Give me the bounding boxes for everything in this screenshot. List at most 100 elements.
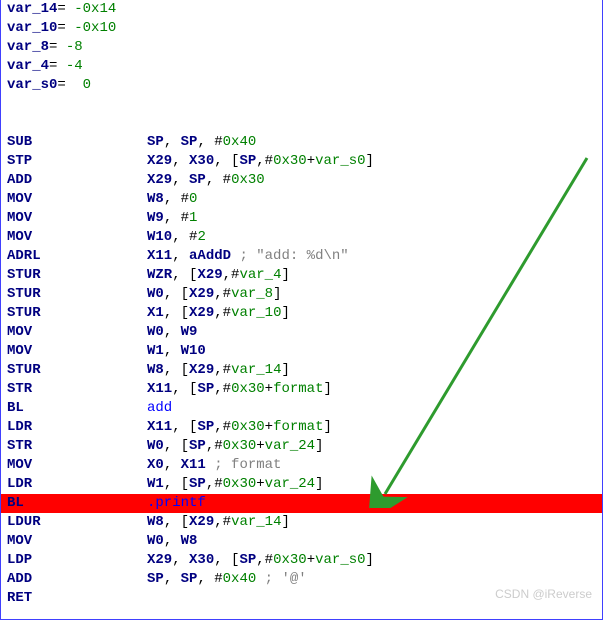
token-var: var_10 [231, 305, 281, 321]
var-name: var_10 [7, 19, 57, 38]
token-reg: SP [147, 134, 164, 150]
token-num: 0x40 [223, 134, 257, 150]
operands: SP, SP, #0x40 [147, 133, 256, 152]
token-plain: ,# [256, 153, 273, 169]
asm-line[interactable]: BLadd [1, 399, 602, 418]
mnemonic: MOV [7, 323, 147, 342]
token-plain: ,# [214, 381, 231, 397]
asm-line[interactable]: STURW0, [X29,#var_8] [1, 285, 602, 304]
token-plain: ,# [206, 476, 223, 492]
operands: X11, [SP,#0x30+format] [147, 380, 332, 399]
token-reg: SP [239, 153, 256, 169]
token-plain: , [ [164, 438, 189, 454]
operands: W9, #1 [147, 209, 197, 228]
token-var: var_s0 [315, 552, 365, 568]
asm-line[interactable]: BL.printf [1, 494, 602, 513]
var-definition: var_4= -4 [1, 57, 602, 76]
token-plain: , [172, 229, 189, 245]
equals: = [57, 0, 74, 19]
token-reg: W10 [181, 343, 206, 359]
asm-line[interactable]: LDPX29, X30, [SP,#0x30+var_s0] [1, 551, 602, 570]
operands: W0, W8 [147, 532, 197, 551]
operands: W1, W10 [147, 342, 206, 361]
token-reg: W9 [147, 210, 164, 226]
asm-line[interactable]: STURW8, [X29,#var_14] [1, 361, 602, 380]
mnemonic: MOV [7, 342, 147, 361]
token-plain: + [256, 438, 264, 454]
token-plain: ] [324, 419, 332, 435]
token-plain: ,# [214, 286, 231, 302]
asm-line[interactable]: SUBSP, SP, #0x40 [1, 133, 602, 152]
asm-line[interactable]: STPX29, X30, [SP,#0x30+var_s0] [1, 152, 602, 171]
asm-line[interactable]: ADDX29, SP, #0x30 [1, 171, 602, 190]
token-plain: # [181, 191, 189, 207]
token-reg: W10 [147, 229, 172, 245]
mnemonic: STR [7, 437, 147, 456]
token-reg: W0 [147, 533, 164, 549]
operands: W8, [X29,#var_14] [147, 513, 290, 532]
token-reg: X29 [189, 286, 214, 302]
var-name: var_s0 [7, 76, 57, 95]
asm-line[interactable]: STURX1, [X29,#var_10] [1, 304, 602, 323]
token-plain: , [197, 134, 214, 150]
var-value: 0 [74, 76, 91, 95]
asm-line[interactable]: MOVW10, #2 [1, 228, 602, 247]
token-plain: ] [281, 267, 289, 283]
var-value: -8 [66, 38, 83, 57]
operands: X11, aAddD ; "add: %d\n" [147, 247, 349, 266]
asm-line[interactable]: MOVW9, #1 [1, 209, 602, 228]
mnemonic: ADD [7, 570, 147, 589]
mnemonic: LDR [7, 475, 147, 494]
token-reg: WZR [147, 267, 172, 283]
token-plain: ] [281, 305, 289, 321]
token-reg: SP [189, 476, 206, 492]
token-plain: # [214, 134, 222, 150]
token-plain: , [ [172, 381, 197, 397]
asm-line[interactable]: LDRX11, [SP,#0x30+format] [1, 418, 602, 437]
token-comment: ; format [214, 457, 281, 473]
asm-line[interactable]: ADRLX11, aAddD ; "add: %d\n" [1, 247, 602, 266]
token-var: var_24 [265, 476, 315, 492]
token-off: 0x30 [273, 153, 307, 169]
mnemonic: STUR [7, 361, 147, 380]
operands: X11, [SP,#0x30+format] [147, 418, 332, 437]
asm-line[interactable]: STRW0, [SP,#0x30+var_24] [1, 437, 602, 456]
token-plain: , [ [214, 552, 239, 568]
token-num: 0 [189, 191, 197, 207]
asm-line[interactable]: STRX11, [SP,#0x30+format] [1, 380, 602, 399]
token-plain: , [ [164, 362, 189, 378]
operands: WZR, [X29,#var_4] [147, 266, 290, 285]
token-plain: , [164, 191, 181, 207]
var-name: var_8 [7, 38, 49, 57]
token-plain: ] [273, 286, 281, 302]
token-off: 0x30 [273, 552, 307, 568]
mnemonic: MOV [7, 209, 147, 228]
token-plain: , [197, 571, 214, 587]
token-reg: W1 [147, 343, 164, 359]
asm-line[interactable]: MOVW1, W10 [1, 342, 602, 361]
asm-line[interactable]: STURWZR, [X29,#var_4] [1, 266, 602, 285]
asm-line[interactable]: MOVW0, W8 [1, 532, 602, 551]
token-reg: X11 [147, 248, 172, 264]
asm-line[interactable]: MOVX0, X11 ; format [1, 456, 602, 475]
token-plain: + [307, 153, 315, 169]
asm-line[interactable]: MOVW0, W9 [1, 323, 602, 342]
var-value: -0x10 [74, 19, 116, 38]
disassembly-view: var_14= -0x14var_10= -0x10var_8= -8var_4… [0, 0, 603, 620]
equals: = [57, 19, 74, 38]
token-plain: ] [315, 476, 323, 492]
token-comment: ; "add: %d\n" [239, 248, 348, 264]
mnemonic: STP [7, 152, 147, 171]
equals: = [49, 38, 66, 57]
mnemonic: LDUR [7, 513, 147, 532]
token-plain: , [172, 552, 189, 568]
asm-line[interactable]: LDRW1, [SP,#0x30+var_24] [1, 475, 602, 494]
operands: X1, [X29,#var_10] [147, 304, 290, 323]
asm-line[interactable]: MOVW8, #0 [1, 190, 602, 209]
mnemonic: BL [7, 399, 147, 418]
operands: W0, [SP,#0x30+var_24] [147, 437, 324, 456]
token-plain: ] [324, 381, 332, 397]
token-plain: ] [281, 362, 289, 378]
token-reg: SP [147, 571, 164, 587]
asm-line[interactable]: LDURW8, [X29,#var_14] [1, 513, 602, 532]
